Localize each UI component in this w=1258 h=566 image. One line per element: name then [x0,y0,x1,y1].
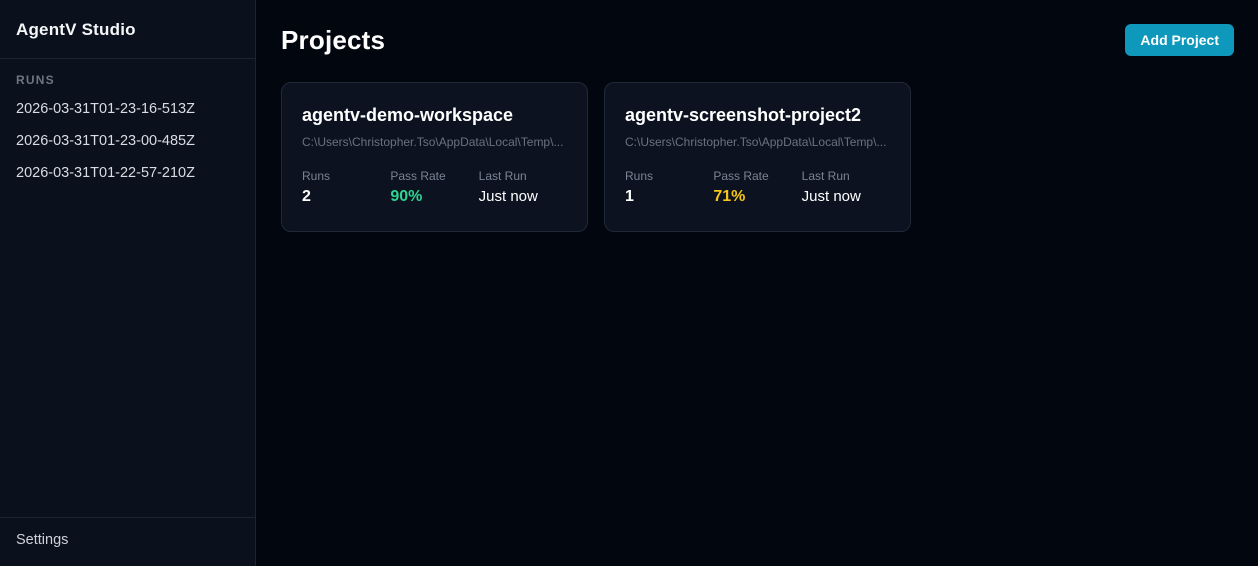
stat-pass-rate-label: Pass Rate [713,169,769,183]
project-stats: Runs 2 Pass Rate 90% Last Run Just now [302,169,567,206]
sidebar: AgentV Studio RUNS 2026-03-31T01-23-16-5… [0,0,256,566]
project-name: agentv-screenshot-project2 [625,105,862,125]
stat-last-run-value: Just now [801,188,861,205]
project-card-grid: agentv-demo-workspace C:\Users\Christoph… [281,82,1234,232]
project-path: C:\Users\Christopher.Tso\AppData\Local\T… [302,135,564,149]
stat-runs-value: 2 [302,188,311,205]
stat-runs-label: Runs [625,169,654,183]
stat-runs: Runs 1 [625,169,713,206]
stat-pass-rate-label: Pass Rate [390,169,446,183]
stat-pass-rate-value: 71% [713,188,746,205]
project-stats: Runs 1 Pass Rate 71% Last Run Just now [625,169,890,206]
stat-pass-rate: Pass Rate 90% [390,169,478,206]
sidebar-run-item-1[interactable]: 2026-03-31T01-23-16-513Z [16,93,239,125]
sidebar-run-item-3[interactable]: 2026-03-31T01-22-57-210Z [16,157,239,189]
project-path: C:\Users\Christopher.Tso\AppData\Local\T… [625,135,887,149]
stat-last-run: Last Run Just now [479,169,567,206]
add-project-button[interactable]: Add Project [1125,24,1234,56]
stat-last-run-label: Last Run [801,169,850,183]
project-card-agentv-demo-workspace[interactable]: agentv-demo-workspace C:\Users\Christoph… [281,82,588,232]
project-name: agentv-demo-workspace [302,105,514,125]
main-content: Projects Add Project agentv-demo-workspa… [256,0,1258,566]
sidebar-footer: Settings [0,517,255,566]
stat-pass-rate-value: 90% [390,188,423,205]
runs-section-label: RUNS [16,73,55,87]
stat-runs-value: 1 [625,188,634,205]
stat-last-run-value: Just now [478,188,538,205]
stat-runs: Runs 2 [302,169,390,206]
page-title: Projects [281,24,386,55]
app-window: AgentV Studio RUNS 2026-03-31T01-23-16-5… [0,0,1258,566]
stat-last-run: Last Run Just now [802,169,890,206]
stat-last-run-label: Last Run [478,169,527,183]
stat-runs-label: Runs [302,169,331,183]
main-header: Projects Add Project [281,24,1234,56]
stat-pass-rate: Pass Rate 71% [713,169,801,206]
sidebar-header: AgentV Studio [0,0,255,59]
project-card-agentv-screenshot-project2[interactable]: agentv-screenshot-project2 C:\Users\Chri… [604,82,911,232]
app-title: AgentV Studio [16,20,136,39]
runs-section: RUNS 2026-03-31T01-23-16-513Z 2026-03-31… [0,59,255,517]
sidebar-run-item-2[interactable]: 2026-03-31T01-23-00-485Z [16,125,239,157]
sidebar-item-settings[interactable]: Settings [16,532,239,548]
